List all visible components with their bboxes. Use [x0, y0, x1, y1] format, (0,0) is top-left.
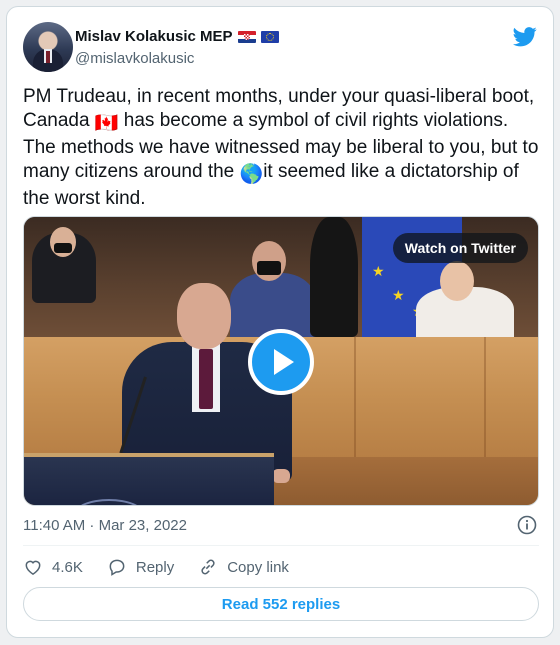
- star-icon: ★: [392, 287, 405, 303]
- desk-seam: [484, 337, 486, 457]
- canada-flag-emoji: 🇨🇦: [94, 113, 119, 134]
- reply-action[interactable]: Reply: [107, 557, 174, 577]
- divider: [23, 545, 539, 546]
- heart-icon: [25, 560, 41, 575]
- author-name[interactable]: Mislav Kolakusic MEP: [75, 28, 233, 45]
- star-icon: ★: [372, 263, 385, 279]
- read-replies-button[interactable]: Read 552 replies: [23, 587, 539, 621]
- lectern: [24, 453, 274, 505]
- desk-seam: [354, 337, 356, 457]
- reply-icon: [109, 559, 125, 576]
- avatar[interactable]: [23, 22, 73, 72]
- like-count: 4.6K: [52, 558, 83, 576]
- video-thumbnail[interactable]: ★ ★ ★ Watch on Twitter: [23, 216, 539, 506]
- background-person-head: [440, 261, 474, 301]
- avatar-tie: [46, 51, 50, 63]
- speaker-tie: [199, 349, 213, 409]
- play-button[interactable]: [248, 329, 314, 395]
- copy-link-action[interactable]: Copy link: [198, 557, 289, 577]
- link-icon: [201, 559, 215, 575]
- tweet-timestamp[interactable]: 11:40 AM · Mar 23, 2022: [23, 517, 187, 534]
- speaker-head: [177, 283, 231, 349]
- eu-flag-icon: [260, 30, 279, 43]
- globe-emoji: 🌎: [239, 164, 264, 185]
- copy-link-label: Copy link: [227, 558, 289, 576]
- like-action[interactable]: 4.6K: [23, 557, 83, 577]
- tweet-card: Mislav Kolakusic MEP @mislavkolakusic PM…: [6, 6, 554, 638]
- mask: [257, 261, 281, 275]
- info-icon[interactable]: [517, 515, 537, 535]
- action-bar: 4.6K Reply Copy link: [23, 555, 313, 579]
- watch-on-twitter-button[interactable]: Watch on Twitter: [392, 233, 528, 263]
- mask: [54, 243, 72, 253]
- author-handle[interactable]: @mislavkolakusic: [75, 50, 194, 67]
- play-icon: [274, 349, 294, 375]
- twitter-bird-icon[interactable]: [513, 27, 537, 47]
- tweet-text: PM Trudeau, in recent months, under your…: [23, 85, 543, 211]
- speaker-hand: [272, 469, 290, 483]
- author-name-row[interactable]: Mislav Kolakusic MEP: [75, 28, 279, 45]
- croatia-flag-icon: [237, 30, 256, 43]
- background-person: [310, 217, 358, 337]
- reply-label: Reply: [135, 558, 175, 576]
